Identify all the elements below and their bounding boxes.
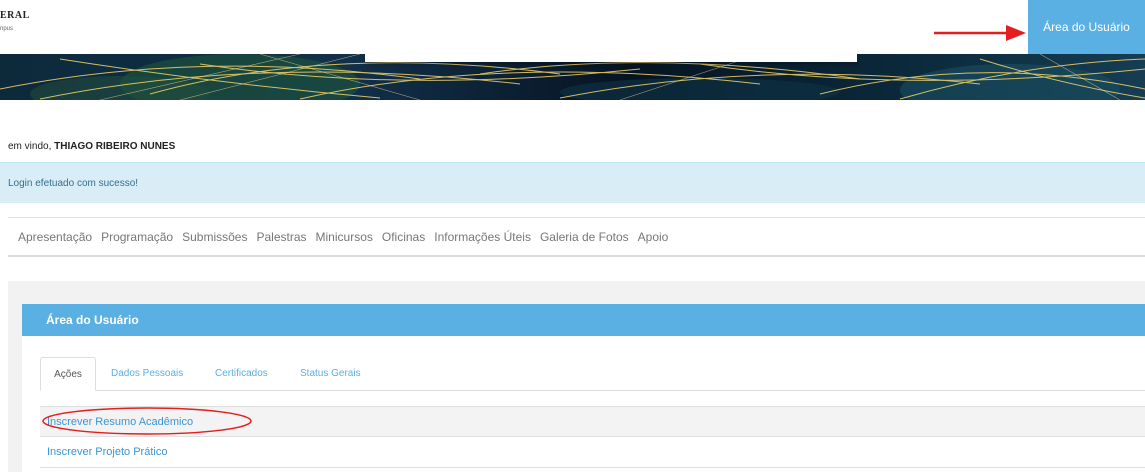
user-area-button[interactable]: Área do Usuário [1028,0,1145,54]
nav-item-informacoes-uteis[interactable]: Informações Úteis [434,230,531,244]
action-inscrever-projeto-pratico[interactable]: Inscrever Projeto Prático [40,437,1145,468]
panel-title: Área do Usuário [22,304,1145,336]
panel-tabs: Ações Dados Pessoais Certificados Status… [40,357,1145,391]
nav-item-galeria-de-fotos[interactable]: Galeria de Fotos [540,230,629,244]
tab-dados-pessoais[interactable]: Dados Pessoais [111,357,183,390]
red-circle-annotation-icon [42,407,252,435]
nav-item-apoio[interactable]: Apoio [638,230,669,244]
nav-item-minicursos[interactable]: Minicursos [316,230,373,244]
main-nav: Apresentação Programação Submissões Pale… [8,217,1145,257]
nav-item-oficinas[interactable]: Oficinas [382,230,425,244]
nav-item-apresentacao[interactable]: Apresentação [18,230,92,244]
page: ERAL npus Área do Usuário em vindo, THIA… [0,0,1145,472]
welcome-prefix: em vindo, [8,141,55,152]
welcome-user-name: THIAGO RIBEIRO NUNES [54,141,176,152]
logo-subtitle: npus [0,26,14,32]
tab-acoes[interactable]: Ações [40,357,96,391]
tab-status-gerais[interactable]: Status Gerais [300,357,361,390]
banner-overlay-strip [365,54,857,62]
logo-title: ERAL [0,10,30,21]
tab-certificados[interactable]: Certificados [215,357,268,390]
alert-message: Login efetuado com sucesso! [8,178,139,189]
site-header: ERAL npus Área do Usuário [0,0,1145,54]
red-arrow-annotation-icon [934,25,1026,41]
login-success-alert: Login efetuado com sucesso! [0,162,1145,203]
nav-item-submissoes[interactable]: Submissões [182,230,247,244]
welcome-message: em vindo, THIAGO RIBEIRO NUNES [8,141,175,152]
site-logo[interactable]: ERAL npus [0,10,30,32]
nav-item-palestras[interactable]: Palestras [256,230,306,244]
nav-item-programacao[interactable]: Programação [101,230,173,244]
